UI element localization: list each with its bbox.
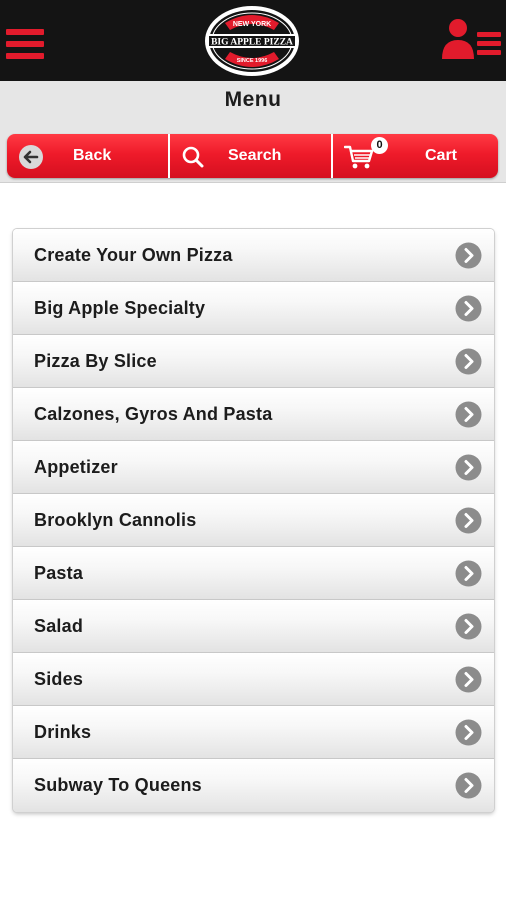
menu-item-label: Calzones, Gyros And Pasta [34,404,273,424]
big-apple-pizza-logo[interactable]: NEW YORK BIG APPLE PIZZA SINCE 1996 [201,3,303,79]
chevron-right-icon [455,507,482,534]
cart-icon [344,145,374,169]
menu-item-big-apple-specialty[interactable]: Big Apple Specialty [13,282,494,335]
menu-category-list: Create Your Own Pizza Big Apple Specialt… [13,229,494,812]
menu-item-label: Pizza By Slice [34,351,157,371]
back-arrow-icon [19,145,43,169]
page-title: Menu [224,88,282,111]
menu-item-pizza-by-slice[interactable]: Pizza By Slice [13,335,494,388]
hamburger-icon[interactable] [6,29,44,59]
menu-item-label: Drinks [34,722,92,742]
menu-item-salad[interactable]: Salad [13,600,494,653]
menu-item-calzones-gyros-pasta[interactable]: Calzones, Gyros And Pasta [13,388,494,441]
back-button-label: Back [73,147,112,164]
menu-item-pasta[interactable]: Pasta [13,547,494,600]
action-bar: Back Search 0 Cart [7,134,498,178]
menu-item-label: Salad [34,616,84,636]
user-list-icon[interactable] [440,18,502,60]
logo-main-text: BIG APPLE PIZZA [211,38,293,48]
search-button[interactable]: Search [168,134,331,178]
logo-top-text: NEW YORK [233,21,271,28]
chevron-right-icon [455,454,482,481]
menu-item-drinks[interactable]: Drinks [13,706,494,759]
menu-item-appetizer[interactable]: Appetizer [13,441,494,494]
menu-item-sides[interactable]: Sides [13,653,494,706]
cart-button[interactable]: 0 Cart [331,134,498,178]
menu-item-label: Subway To Queens [34,775,202,795]
chevron-right-icon [455,242,482,269]
chevron-right-icon [455,613,482,640]
back-button[interactable]: Back [7,134,168,178]
top-bar: NEW YORK BIG APPLE PIZZA SINCE 1996 [0,0,506,81]
search-button-label: Search [228,147,282,164]
menu-item-label: Appetizer [34,457,118,477]
menu-item-label: Sides [34,669,84,689]
cart-button-label: Cart [425,147,458,164]
menu-item-subway-to-queens[interactable]: Subway To Queens [13,759,494,812]
chevron-right-icon [455,348,482,375]
menu-item-label: Big Apple Specialty [34,298,206,318]
menu-item-label: Pasta [34,563,84,583]
menu-item-label: Create Your Own Pizza [34,245,233,265]
menu-item-label: Brooklyn Cannolis [34,510,197,530]
menu-item-create-your-own-pizza[interactable]: Create Your Own Pizza [13,229,494,282]
chevron-right-icon [455,560,482,587]
chevron-right-icon [455,666,482,693]
search-icon [182,146,204,168]
chevron-right-icon [455,772,482,799]
chevron-right-icon [455,719,482,746]
cart-count-badge: 0 [371,137,388,154]
logo-bottom-text: SINCE 1996 [237,58,268,64]
chevron-right-icon [455,401,482,428]
chevron-right-icon [455,295,482,322]
menu-item-brooklyn-cannolis[interactable]: Brooklyn Cannolis [13,494,494,547]
